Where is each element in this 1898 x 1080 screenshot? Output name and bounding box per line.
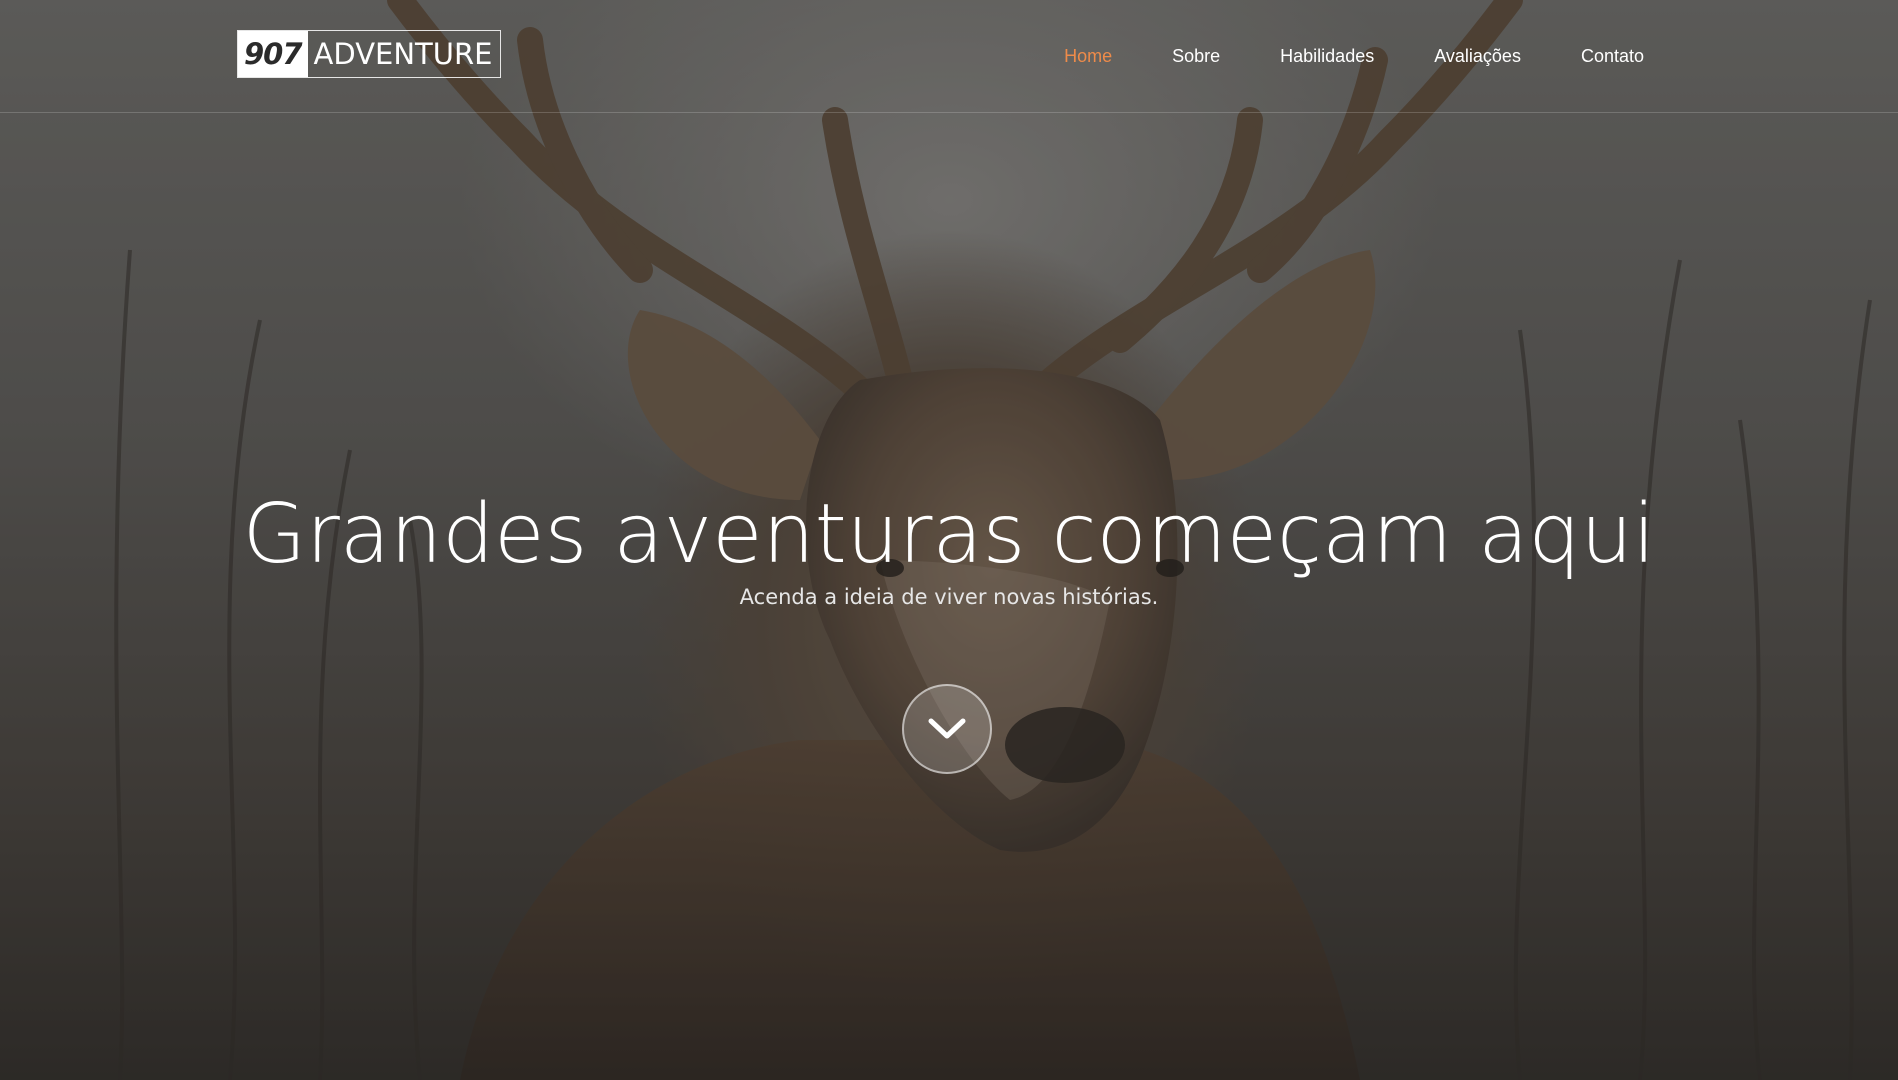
logo-word: ADVENTURE	[313, 37, 493, 71]
hero-section: 907 ADVENTURE Home Sobre Habilidades Ava…	[0, 0, 1898, 1080]
hero-subtitle: Acenda a ideia de viver novas histórias.	[739, 585, 1159, 609]
logo-number: 907	[238, 31, 308, 77]
nav-item-home[interactable]: Home	[1064, 46, 1112, 67]
nav-item-avaliacoes[interactable]: Avaliações	[1434, 46, 1521, 67]
scroll-down-button[interactable]	[902, 684, 992, 774]
nav-item-contato[interactable]: Contato	[1581, 46, 1644, 67]
chevron-down-icon	[928, 718, 966, 739]
main-nav: Home Sobre Habilidades Avaliações Contat…	[1064, 0, 1644, 112]
site-logo[interactable]: 907 ADVENTURE	[237, 30, 502, 78]
navbar: 907 ADVENTURE Home Sobre Habilidades Ava…	[0, 0, 1898, 113]
nav-item-habilidades[interactable]: Habilidades	[1280, 46, 1374, 67]
nav-item-sobre[interactable]: Sobre	[1172, 46, 1220, 67]
hero-title: Grandes aventuras começam aqui	[242, 487, 1656, 582]
